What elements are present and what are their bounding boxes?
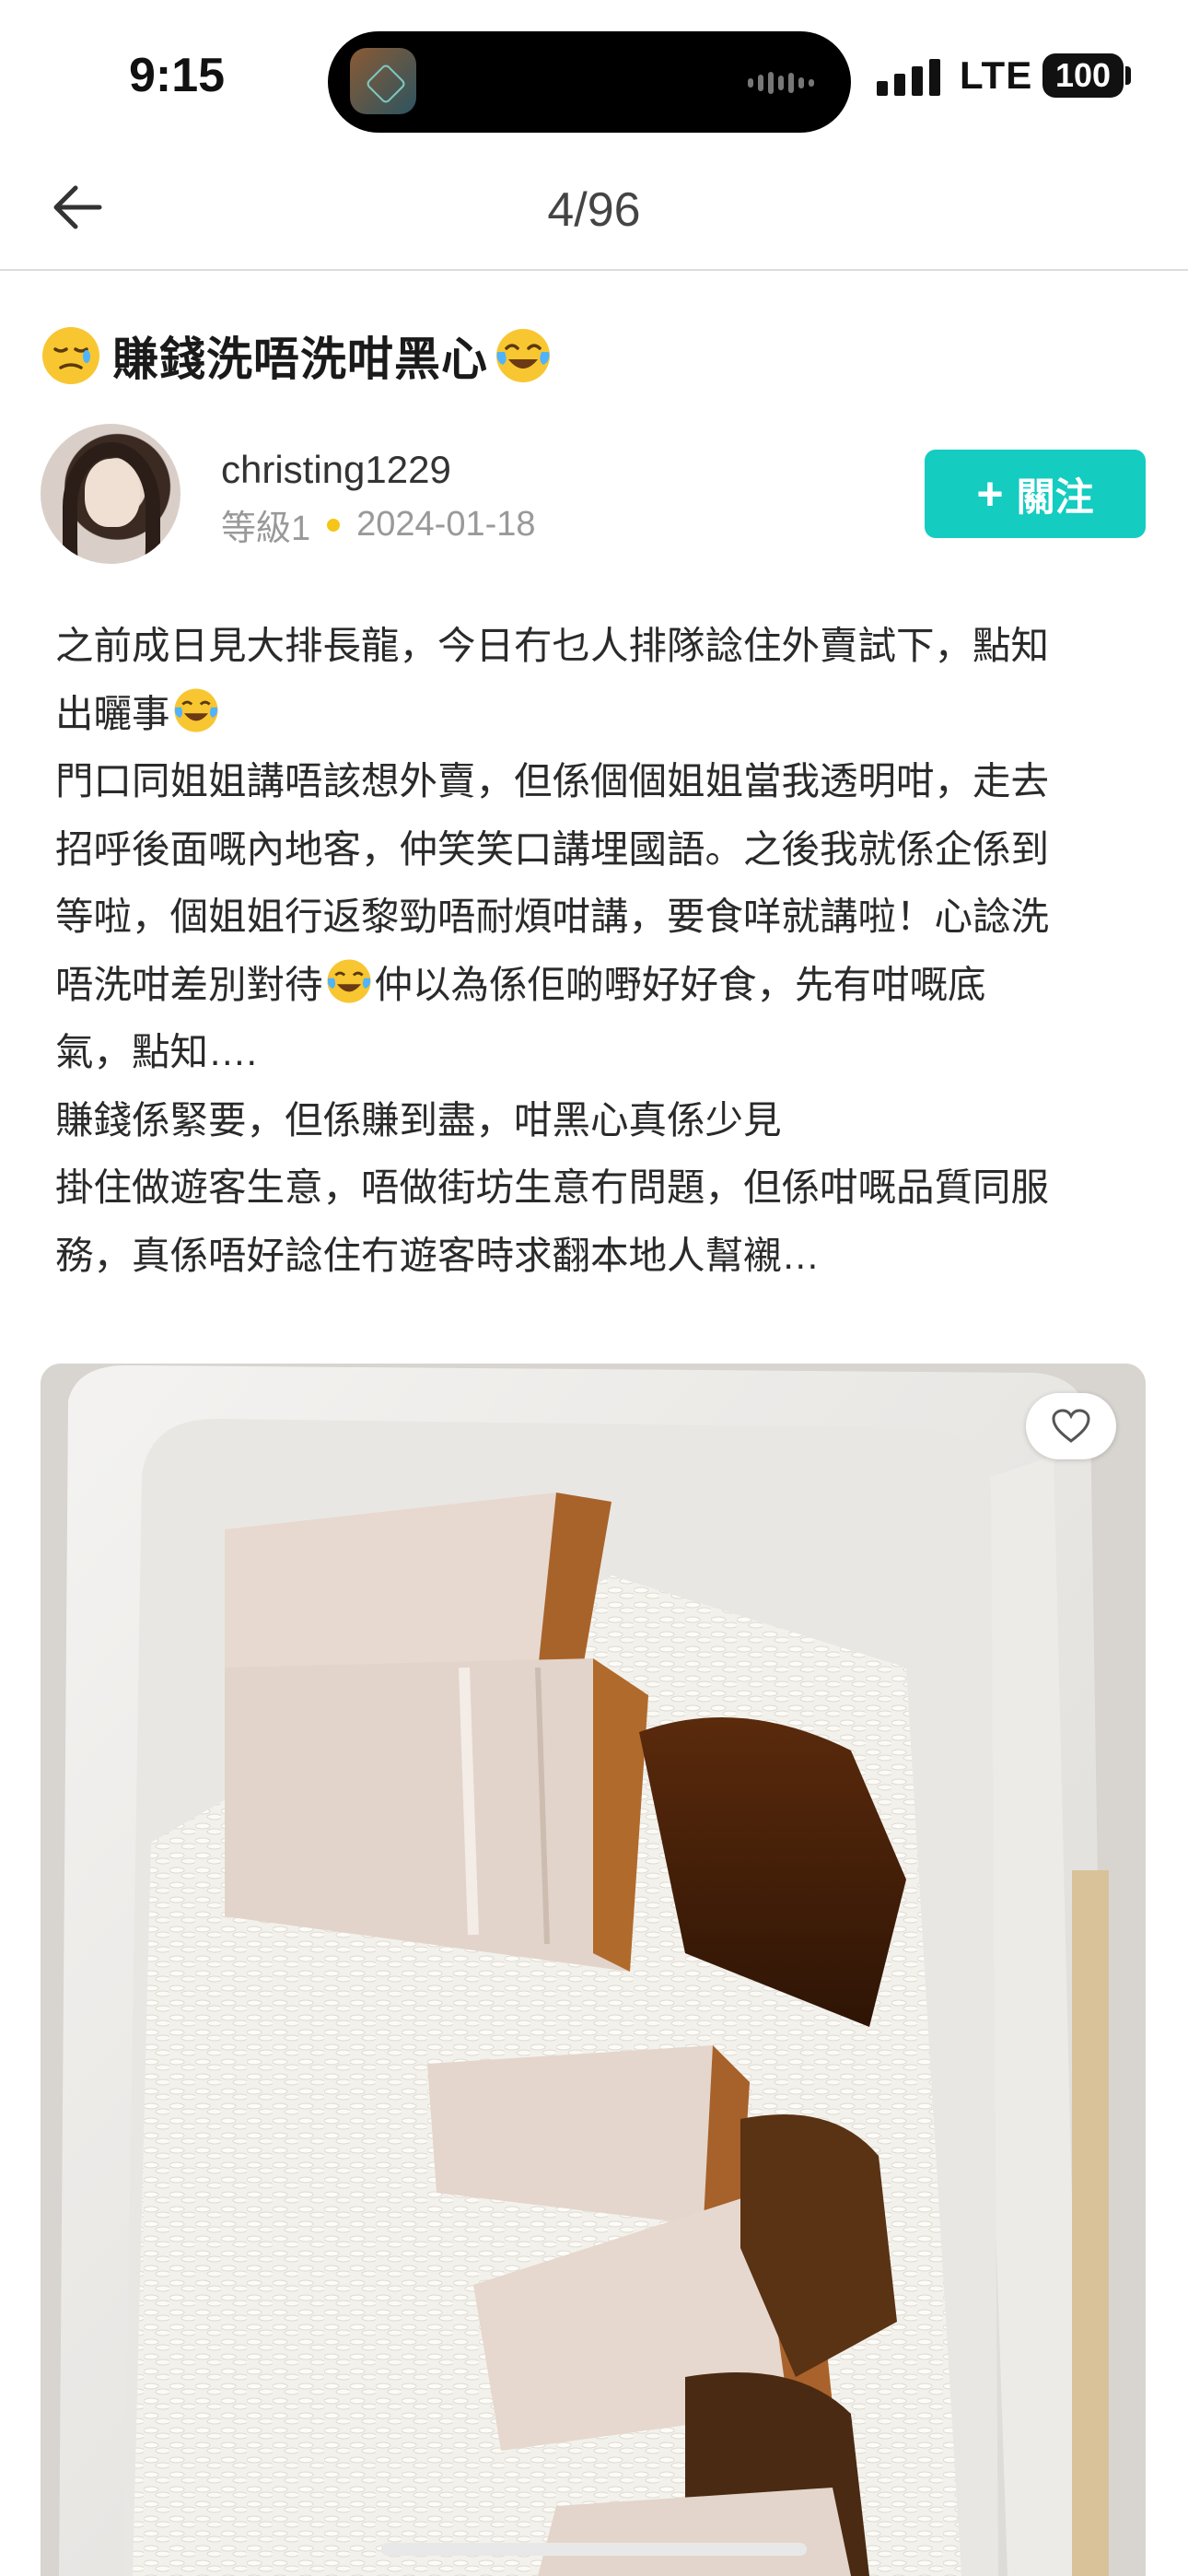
dynamic-island — [328, 31, 851, 133]
battery-tip — [1125, 66, 1131, 85]
author-level: 等級1 — [221, 509, 311, 548]
post-line: 務，真係唔好諗住冇遊客時求翻本地人幫襯… — [55, 1233, 821, 1277]
post-line-text: 唔洗咁差別對待 — [55, 962, 323, 1006]
post-line: 等啦，個姐姐行返黎勁唔耐煩咁講，要食咩就講啦！心諗洗 — [55, 895, 1050, 938]
post-title: 賺錢洗唔洗咁黑心 — [41, 319, 553, 392]
status-time: 9:15 — [129, 49, 226, 102]
follow-button[interactable]: + 關注 — [925, 450, 1146, 538]
plus-icon: + — [976, 468, 1004, 520]
post-line: 門口同姐姐講唔該想外賣，但係個個姐姐當我透明咁，走去 — [55, 759, 1050, 802]
post-line-text: 仲以為係佢啲嘢好好食，先有咁嘅底 — [374, 962, 986, 1006]
author-avatar[interactable] — [41, 424, 181, 564]
post-line: 氣，點知…. — [55, 1030, 258, 1073]
tears-of-joy-emoji-icon — [496, 329, 550, 382]
home-indicator[interactable] — [381, 2543, 807, 2556]
battery-level: 100 — [1054, 56, 1112, 94]
post-line: 掛住做遊客生意，唔做街坊生意冇問題，但係咁嘅品質同服 — [55, 1165, 1050, 1209]
sad-face-emoji-icon — [42, 327, 99, 384]
post-line: 之前成日見大排長龍，今日冇乜人排隊諗住外賣試下，點知 — [55, 624, 1050, 667]
network-type: LTE — [960, 53, 1033, 97]
post-body: 之前成日見大排長龍，今日冇乜人排隊諗住外賣試下，點知 出曬事 門口同姐姐講唔該想… — [55, 612, 1142, 1289]
audio-wave-icon — [748, 72, 814, 94]
author-username[interactable]: christing1229 — [221, 448, 451, 492]
page-counter: 4/96 — [547, 183, 641, 237]
post-title-text: 賺錢洗唔洗咁黑心 — [112, 334, 488, 385]
follow-label: 關注 — [1016, 474, 1094, 519]
post-photo[interactable] — [41, 1364, 1146, 2576]
post-line: 出曬事 — [55, 680, 1142, 748]
battery-icon: 100 — [1042, 53, 1124, 98]
nav-header: 4/96 — [0, 147, 1188, 271]
post-line: 賺錢係緊要，但係賺到盡，咁黑心真係少見 — [55, 1097, 782, 1142]
status-bar: 9:15 LTE 100 — [0, 0, 1188, 147]
post-line: 招呼後面嘅內地客，仲笑笑口講埋國語。之後我就係企係到 — [55, 826, 1050, 871]
like-button[interactable] — [1026, 1393, 1116, 1459]
cellular-signal-icon — [877, 59, 940, 96]
level-dot-icon — [327, 518, 341, 532]
author-meta: 等級1 2024-01-18 — [221, 499, 536, 550]
post-line: 唔洗咁差別對待 仲以為係佢啲嘢好好食，先有咁嘅底 — [55, 951, 1142, 1019]
heart-outline-icon — [1052, 1409, 1090, 1443]
post-date: 2024-01-18 — [356, 505, 536, 544]
tears-of-joy-emoji-icon — [173, 687, 218, 732]
tears-of-joy-emoji-icon — [326, 958, 371, 1003]
food-photo-illustration — [41, 1364, 1146, 2576]
live-activity-app-icon — [350, 48, 416, 114]
post-line-text: 出曬事 — [55, 691, 170, 735]
